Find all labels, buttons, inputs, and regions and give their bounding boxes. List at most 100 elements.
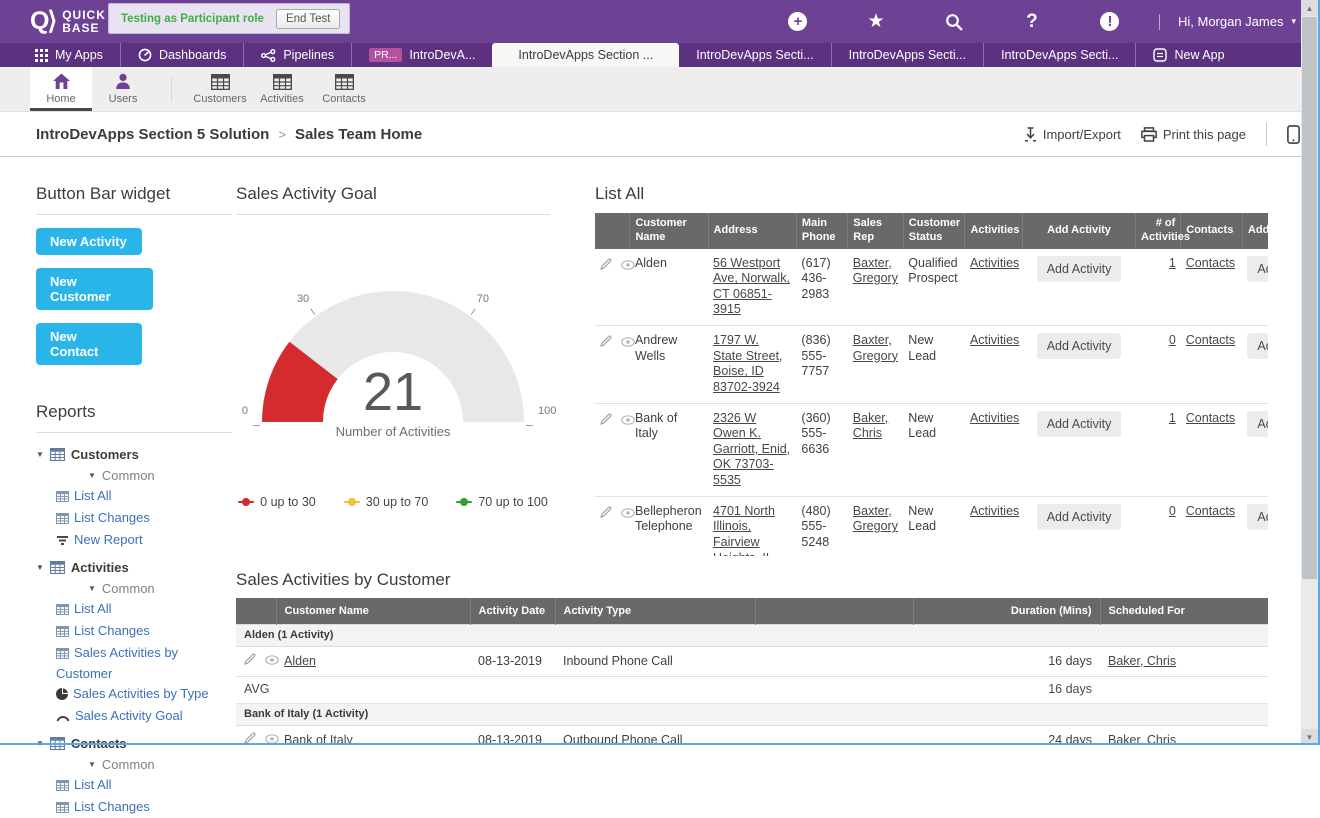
address-link[interactable]: 2326 W Owen K. Garriott, Enid, OK 73703-… bbox=[708, 403, 796, 496]
nav-item-activities[interactable]: Activities bbox=[251, 67, 313, 111]
report-link-customers-list-all[interactable]: List All bbox=[56, 486, 232, 507]
print-page-button[interactable]: Print this page bbox=[1141, 127, 1246, 142]
num-activities-link[interactable]: 0 bbox=[1136, 326, 1181, 404]
tab-introdevapps-2[interactable]: IntroDevApps Secti... bbox=[679, 43, 830, 67]
tab-new-app[interactable]: New App bbox=[1135, 43, 1241, 67]
edit-pencil-icon[interactable] bbox=[600, 335, 612, 347]
add-activity-button[interactable]: Add Activity bbox=[1037, 411, 1122, 437]
tree-common-customers[interactable]: ▼ Common bbox=[88, 466, 232, 485]
contacts-link[interactable]: Contacts bbox=[1181, 403, 1243, 496]
nav-item-users[interactable]: Users bbox=[92, 67, 154, 111]
view-eye-icon[interactable] bbox=[265, 655, 279, 665]
report-link-activities-list-all[interactable]: List All bbox=[56, 599, 232, 620]
add-activity-button[interactable]: Add Activity bbox=[1037, 333, 1122, 359]
legend-item[interactable]: 30 up to 70 bbox=[344, 495, 429, 509]
tree-common-contacts[interactable]: ▼ Common bbox=[88, 755, 232, 774]
col-contacts[interactable]: Contacts bbox=[1181, 213, 1243, 249]
nav-item-home[interactable]: Home bbox=[30, 67, 92, 111]
num-activities-link[interactable]: 1 bbox=[1136, 403, 1181, 496]
col-customer-status[interactable]: Customer Status bbox=[903, 213, 965, 249]
address-link[interactable]: 56 Westport Ave, Norwalk, CT 06851-3915 bbox=[708, 249, 796, 326]
tab-pipelines[interactable]: Pipelines bbox=[243, 43, 351, 67]
address-link[interactable]: 1797 W. State Street, Boise, ID 83702-39… bbox=[708, 326, 796, 404]
col-add-activity[interactable]: Add Activity bbox=[1023, 213, 1136, 249]
search-icon[interactable] bbox=[915, 13, 993, 31]
help-icon[interactable]: ? bbox=[993, 12, 1071, 31]
col-customer-name[interactable]: Customer Name bbox=[630, 213, 708, 249]
col-duration[interactable]: Duration (Mins) bbox=[913, 598, 1100, 624]
scheduled-for-link[interactable]: Baker, Chris bbox=[1100, 647, 1268, 677]
edit-pencil-icon[interactable] bbox=[244, 653, 256, 665]
col-scheduled-for[interactable]: Scheduled For bbox=[1100, 598, 1268, 624]
tab-introdeva[interactable]: PR... IntroDevA... bbox=[351, 43, 492, 67]
alert-icon[interactable]: ! bbox=[1071, 12, 1149, 31]
tab-introdevapps-section-active[interactable]: IntroDevApps Section ... bbox=[492, 43, 679, 67]
import-export-button[interactable]: Import/Export bbox=[1024, 127, 1121, 142]
new-customer-button[interactable]: New Customer bbox=[36, 268, 153, 310]
col-activity-type[interactable]: Activity Type bbox=[555, 598, 755, 624]
tree-common-activities[interactable]: ▼ Common bbox=[88, 579, 232, 598]
add-activity-button[interactable]: Add Activity bbox=[1037, 256, 1122, 282]
report-link-contacts-list-all[interactable]: List All bbox=[56, 775, 232, 796]
col-customer-name[interactable]: Customer Name bbox=[276, 598, 470, 624]
end-test-button[interactable]: End Test bbox=[276, 9, 341, 29]
nav-item-contacts[interactable]: Contacts bbox=[313, 67, 375, 111]
legend-item[interactable]: 70 up to 100 bbox=[456, 495, 548, 509]
tab-introdevapps-3[interactable]: IntroDevApps Secti... bbox=[831, 43, 983, 67]
edit-pencil-icon[interactable] bbox=[600, 506, 612, 518]
tab-my-apps[interactable]: My Apps bbox=[18, 43, 120, 67]
add-new-icon[interactable]: + bbox=[759, 12, 837, 31]
report-link-customers-new-report[interactable]: New Report bbox=[56, 530, 232, 551]
tree-group-customers[interactable]: ▼ Customers bbox=[36, 445, 232, 464]
mobile-device-icon[interactable] bbox=[1287, 125, 1300, 144]
col-activities[interactable]: Activities bbox=[965, 213, 1023, 249]
breadcrumb-app-name[interactable]: IntroDevApps Section 5 Solution bbox=[36, 126, 269, 143]
add-contact-button[interactable]: Add Contact bbox=[1247, 333, 1268, 359]
customer-name-link[interactable]: Alden bbox=[276, 647, 470, 677]
user-menu[interactable]: Hi, Morgan James ▾ bbox=[1178, 14, 1296, 29]
quickbase-logo[interactable]: Q⟩ QUICKBASE bbox=[30, 9, 106, 34]
sales-rep-link[interactable]: Baxter, Gregory bbox=[848, 326, 904, 404]
contacts-link[interactable]: Contacts bbox=[1181, 249, 1243, 326]
new-activity-button[interactable]: New Activity bbox=[36, 228, 142, 255]
legend-item[interactable]: 0 up to 30 bbox=[238, 495, 316, 509]
nav-item-customers[interactable]: Customers bbox=[189, 67, 251, 111]
col-main-phone[interactable]: Main Phone bbox=[796, 213, 847, 249]
tab-dashboards[interactable]: Dashboards bbox=[120, 43, 243, 67]
report-link-contacts-list-changes[interactable]: List Changes bbox=[56, 797, 232, 818]
col-num-activities[interactable]: # of Activities bbox=[1136, 213, 1181, 249]
sales-rep-link[interactable]: Baxter, Gregory bbox=[848, 249, 904, 326]
tree-group-activities[interactable]: ▼ Activities bbox=[36, 558, 232, 577]
sales-rep-link[interactable]: Baxter, Gregory bbox=[848, 496, 904, 556]
favorites-star-icon[interactable]: ★ bbox=[837, 12, 915, 31]
activities-link[interactable]: Activities bbox=[965, 326, 1023, 404]
scrollbar-thumb[interactable] bbox=[1302, 17, 1317, 579]
contacts-link[interactable]: Contacts bbox=[1181, 496, 1243, 556]
add-contact-button[interactable]: Add Contact bbox=[1247, 504, 1268, 530]
new-contact-button[interactable]: New Contact bbox=[36, 323, 142, 365]
page-scrollbar[interactable]: ▲ ▼ bbox=[1301, 0, 1318, 745]
col-activity-date[interactable]: Activity Date bbox=[470, 598, 555, 624]
col-address[interactable]: Address bbox=[708, 213, 796, 249]
num-activities-link[interactable]: 0 bbox=[1136, 496, 1181, 556]
scrollbar-up-arrow[interactable]: ▲ bbox=[1301, 0, 1318, 16]
add-activity-button[interactable]: Add Activity bbox=[1037, 504, 1122, 530]
report-link-sales-activities-by-type[interactable]: Sales Activities by Type bbox=[56, 684, 232, 705]
view-eye-icon[interactable] bbox=[621, 508, 635, 518]
add-contact-button[interactable]: Add Contact bbox=[1247, 256, 1268, 282]
report-link-sales-activities-by-customer[interactable]: Sales Activities by Customer bbox=[56, 643, 232, 683]
report-link-activities-list-changes[interactable]: List Changes bbox=[56, 621, 232, 642]
view-eye-icon[interactable] bbox=[621, 337, 635, 347]
activities-link[interactable]: Activities bbox=[965, 403, 1023, 496]
report-link-customers-list-changes[interactable]: List Changes bbox=[56, 508, 232, 529]
add-contact-button[interactable]: Add Contact bbox=[1247, 411, 1268, 437]
report-link-sales-activity-goal[interactable]: Sales Activity Goal bbox=[56, 706, 232, 727]
activities-link[interactable]: Activities bbox=[965, 496, 1023, 556]
view-eye-icon[interactable] bbox=[621, 415, 635, 425]
address-link[interactable]: 4701 North Illinois, Fairview Heights, I… bbox=[708, 496, 796, 556]
col-add-contact[interactable]: Add Contact bbox=[1242, 213, 1268, 249]
col-sales-rep[interactable]: Sales Rep bbox=[848, 213, 904, 249]
sales-rep-link[interactable]: Baker, Chris bbox=[848, 403, 904, 496]
view-eye-icon[interactable] bbox=[621, 260, 635, 270]
num-activities-link[interactable]: 1 bbox=[1136, 249, 1181, 326]
